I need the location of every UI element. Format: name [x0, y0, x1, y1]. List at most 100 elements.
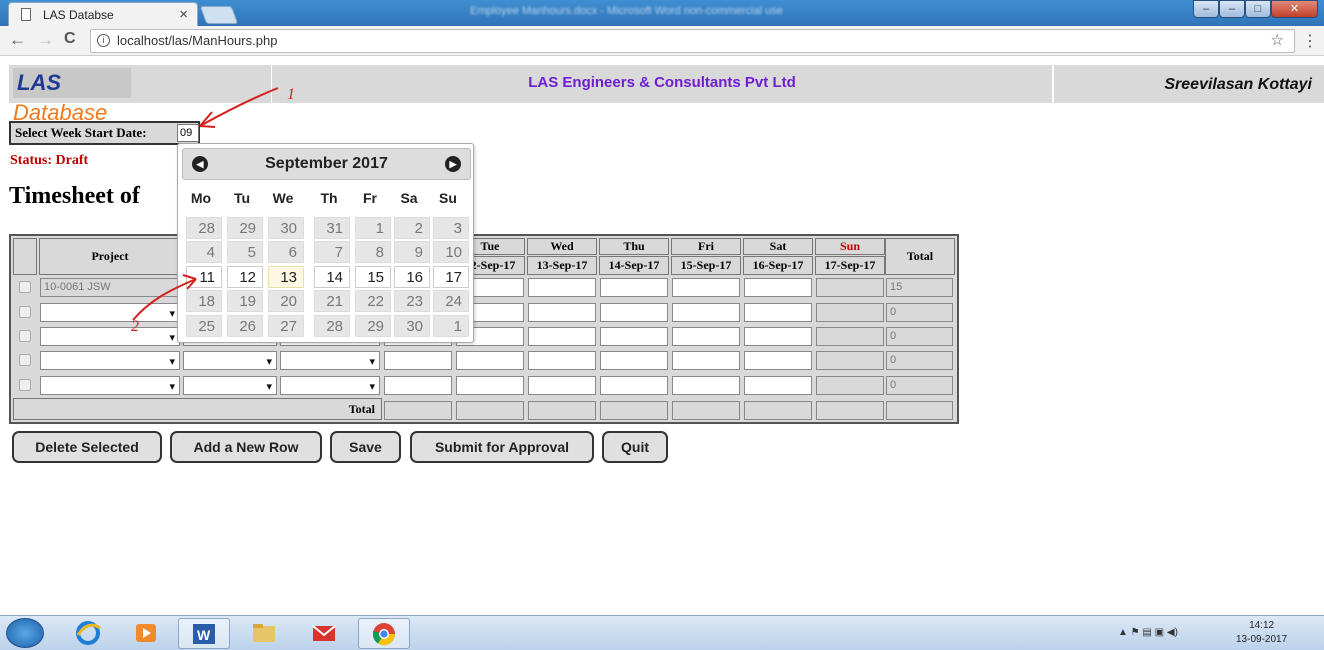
- hours-input[interactable]: [600, 376, 668, 395]
- calendar-day[interactable]: 21: [314, 290, 350, 312]
- hours-input[interactable]: [528, 351, 596, 370]
- hours-input[interactable]: [672, 327, 740, 346]
- calendar-day[interactable]: 17: [433, 266, 469, 288]
- internet-explorer-icon[interactable]: [62, 618, 114, 649]
- calendar-day[interactable]: 27: [268, 315, 304, 337]
- hours-input[interactable]: [456, 376, 524, 395]
- hours-input[interactable]: [672, 278, 740, 297]
- chrome-icon[interactable]: [358, 618, 410, 649]
- calendar-day[interactable]: 2: [394, 217, 430, 239]
- browser-menu-icon[interactable]: ⋮: [1302, 31, 1318, 51]
- row-select-checkbox[interactable]: [19, 379, 31, 391]
- hours-input[interactable]: [744, 351, 812, 370]
- calendar-day[interactable]: 30: [394, 315, 430, 337]
- row-select-checkbox[interactable]: [19, 306, 31, 318]
- hours-input[interactable]: [744, 278, 812, 297]
- hours-input[interactable]: [672, 376, 740, 395]
- calendar-day[interactable]: 9: [394, 241, 430, 263]
- window-minimize-button[interactable]: –: [1193, 0, 1219, 18]
- hours-input[interactable]: [744, 303, 812, 322]
- calendar-day[interactable]: 7: [314, 241, 350, 263]
- taskbar-clock[interactable]: 14:12 13-09-2017: [1236, 619, 1287, 647]
- calendar-day[interactable]: 12: [227, 266, 263, 288]
- task-select[interactable]: [183, 351, 277, 371]
- project-select[interactable]: [40, 327, 180, 347]
- project-select[interactable]: [40, 351, 180, 371]
- next-month-icon[interactable]: ▶: [445, 156, 461, 172]
- submit-for-approval-button[interactable]: Submit for Approval: [410, 431, 594, 463]
- calendar-day[interactable]: 30: [268, 217, 304, 239]
- calendar-day[interactable]: 22: [355, 290, 391, 312]
- hours-input[interactable]: [528, 278, 596, 297]
- calendar-day[interactable]: 31: [314, 217, 350, 239]
- calendar-day[interactable]: 6: [268, 241, 304, 263]
- forward-icon[interactable]: →: [37, 30, 54, 50]
- calendar-day[interactable]: 8: [355, 241, 391, 263]
- calendar-day[interactable]: 18: [186, 290, 222, 312]
- hours-input[interactable]: [600, 303, 668, 322]
- word-icon[interactable]: W: [178, 618, 230, 649]
- hours-input[interactable]: [672, 303, 740, 322]
- calendar-day[interactable]: 1: [355, 217, 391, 239]
- row-select-checkbox[interactable]: [19, 330, 31, 342]
- hours-input[interactable]: [528, 303, 596, 322]
- calendar-day[interactable]: 15: [355, 266, 391, 288]
- system-tray-icons[interactable]: ▲ ⚑ ▤ ▣ ◀): [1118, 627, 1178, 638]
- calendar-day[interactable]: 26: [227, 315, 263, 337]
- calendar-day[interactable]: 29: [355, 315, 391, 337]
- row-select-checkbox[interactable]: [19, 281, 31, 293]
- calendar-day[interactable]: 24: [433, 290, 469, 312]
- delete-selected-button[interactable]: Delete Selected: [12, 431, 162, 463]
- hours-input[interactable]: [384, 351, 452, 370]
- window-maximize-button[interactable]: □: [1245, 0, 1271, 18]
- activity-select[interactable]: [280, 351, 380, 371]
- project-field[interactable]: 10-0061 JSW: [40, 278, 180, 297]
- tab-close-icon[interactable]: ×: [179, 6, 188, 23]
- window-restore-button[interactable]: –: [1219, 0, 1245, 18]
- hours-input[interactable]: [744, 376, 812, 395]
- prev-month-icon[interactable]: ◀: [192, 156, 208, 172]
- calendar-day[interactable]: 1: [433, 315, 469, 337]
- bookmark-star-icon[interactable]: ☆: [1271, 30, 1284, 52]
- calendar-day[interactable]: 23: [394, 290, 430, 312]
- calendar-day[interactable]: 28: [314, 315, 350, 337]
- calendar-day[interactable]: 19: [227, 290, 263, 312]
- calendar-day[interactable]: 3: [433, 217, 469, 239]
- hours-input[interactable]: [384, 376, 452, 395]
- task-select[interactable]: [183, 376, 277, 396]
- calendar-day[interactable]: 14: [314, 266, 350, 288]
- project-select[interactable]: [40, 303, 180, 323]
- hours-input[interactable]: [528, 376, 596, 395]
- calendar-day[interactable]: 25: [186, 315, 222, 337]
- calendar-day[interactable]: 29: [227, 217, 263, 239]
- new-tab-button[interactable]: [199, 6, 239, 24]
- hours-input[interactable]: [456, 351, 524, 370]
- week-start-date-input[interactable]: [177, 124, 199, 142]
- calendar-day[interactable]: 28: [186, 217, 222, 239]
- row-select-checkbox[interactable]: [19, 354, 31, 366]
- calendar-day[interactable]: 10: [433, 241, 469, 263]
- hours-input[interactable]: [600, 351, 668, 370]
- mail-icon[interactable]: [298, 618, 350, 649]
- calendar-day[interactable]: 11: [186, 266, 222, 288]
- save-button[interactable]: Save: [330, 431, 401, 463]
- back-icon[interactable]: ←: [9, 30, 26, 50]
- add-new-row-button[interactable]: Add a New Row: [170, 431, 322, 463]
- quit-button[interactable]: Quit: [602, 431, 668, 463]
- hours-input[interactable]: [744, 327, 812, 346]
- hours-input[interactable]: [600, 327, 668, 346]
- start-orb-icon[interactable]: [6, 618, 44, 648]
- calendar-day[interactable]: 16: [394, 266, 430, 288]
- hours-input[interactable]: [528, 327, 596, 346]
- activity-select[interactable]: [280, 376, 380, 396]
- window-close-button[interactable]: ✕: [1271, 0, 1318, 18]
- calendar-day[interactable]: 13: [268, 266, 304, 288]
- media-player-icon[interactable]: [120, 618, 172, 649]
- calendar-day[interactable]: 5: [227, 241, 263, 263]
- calendar-day[interactable]: 4: [186, 241, 222, 263]
- project-select[interactable]: [40, 376, 180, 396]
- hours-input[interactable]: [672, 351, 740, 370]
- info-icon[interactable]: i: [97, 34, 110, 47]
- hours-input[interactable]: [600, 278, 668, 297]
- reload-icon[interactable]: C: [64, 30, 76, 48]
